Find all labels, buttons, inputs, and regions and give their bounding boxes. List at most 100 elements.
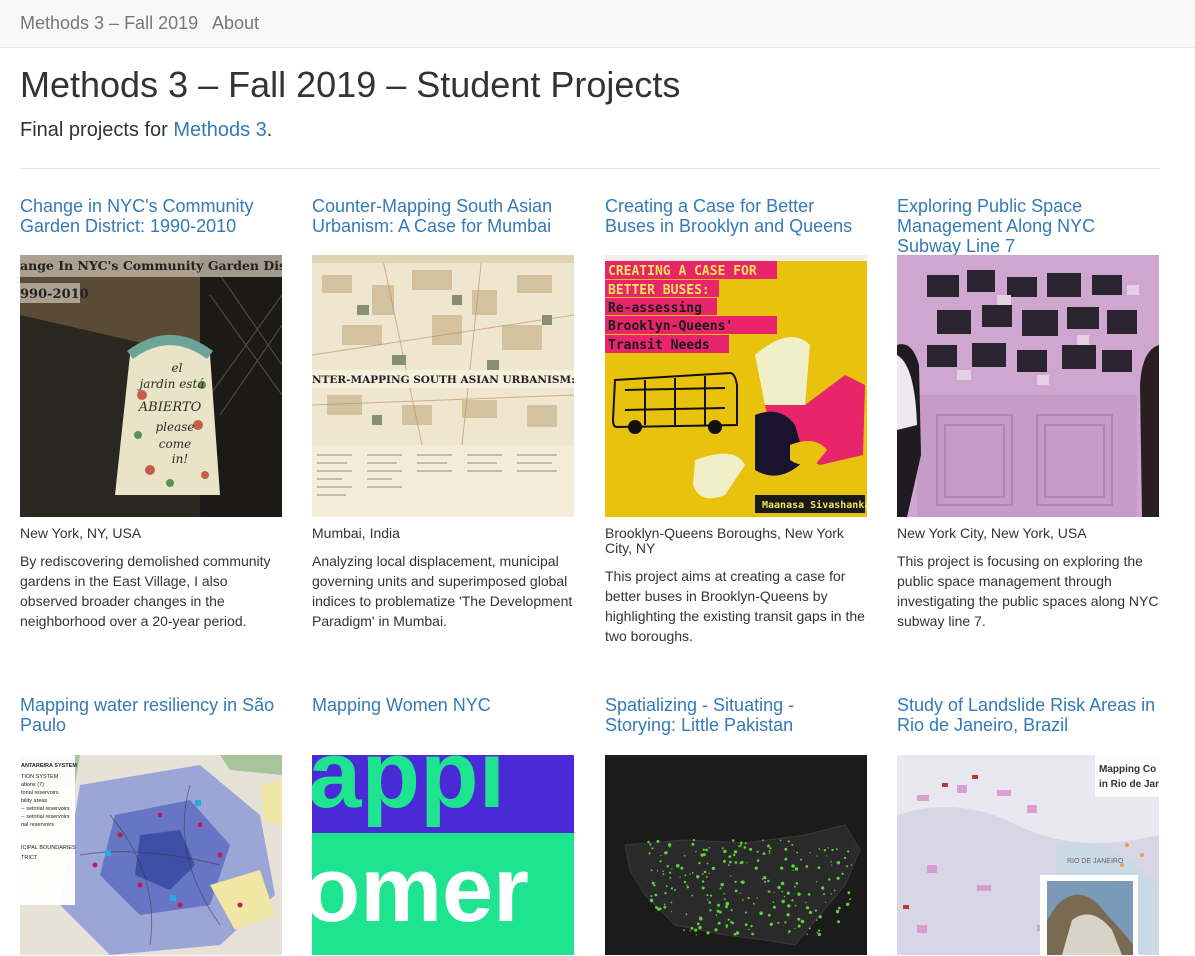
nav-brand-link[interactable]: Methods 3 – Fall 2019 (20, 13, 198, 34)
map-dot (695, 851, 697, 853)
map-dot (686, 886, 689, 889)
sign-text: jardin está (137, 377, 205, 391)
map-dot (701, 873, 704, 875)
map-dot (850, 864, 852, 866)
map-dot (837, 906, 841, 910)
map-dot (749, 847, 753, 851)
project-card: Creating a Case for Better Buses in Broo… (605, 196, 867, 646)
map-dot (745, 911, 747, 914)
map-dot (831, 864, 833, 866)
project-title-link[interactable]: Spatializing - Situating - Storying: Lit… (605, 695, 867, 755)
map-dot (656, 839, 660, 843)
project-thumbnail[interactable]: CREATING A CASE FOR BETTER BUSES: Re-ass… (605, 255, 867, 517)
project-title-link[interactable]: Mapping water resiliency in São Paulo (20, 695, 282, 755)
map-dot (734, 889, 738, 893)
map-dot (715, 914, 718, 916)
map-dot (717, 903, 721, 907)
navbar: Methods 3 – Fall 2019 About (0, 0, 1195, 48)
thumb-word: appi (312, 755, 505, 828)
map-dot (808, 910, 812, 915)
map-dot (694, 928, 698, 932)
thumb-headline: Re-assessing (608, 301, 702, 316)
project-thumbnail[interactable]: appi omer (312, 755, 574, 955)
map-dot (805, 906, 810, 910)
project-thumbnail[interactable]: ANTAREIRA SYSTEM TION SYSTEM ations (7) … (20, 755, 282, 955)
map-dot (747, 896, 750, 900)
map-dot (659, 860, 662, 863)
project-title-link[interactable]: Creating a Case for Better Buses in Broo… (605, 196, 867, 256)
project-thumbnail[interactable] (605, 755, 867, 955)
project-thumbnail[interactable]: ange In NYC's Community Garden District … (20, 255, 282, 517)
map-dot (743, 846, 747, 849)
project-thumbnail[interactable]: NTER-MAPPING SOUTH ASIAN URBANISM: A CAS… (312, 255, 574, 517)
map-dot (708, 847, 711, 849)
project-description: This project is focusing on exploring th… (897, 553, 1159, 629)
thumb-headline: Transit Needs (608, 338, 710, 353)
map-dot (691, 894, 693, 897)
map-dot (711, 866, 716, 871)
project-thumbnail[interactable]: Mapping Co in Rio de Jan RIO DE JANEIRO (897, 755, 1159, 955)
map-dot (787, 840, 790, 843)
project-title-link[interactable]: Mapping Women NYC (312, 695, 574, 755)
thumb-map-title: Mapping Co (1099, 764, 1156, 775)
nav-about-link[interactable]: About (212, 13, 259, 34)
project-title-link[interactable]: Change in NYC's Community Garden Distric… (20, 196, 282, 256)
map-dot (846, 865, 849, 868)
map-dot (823, 893, 825, 896)
map-dot (683, 855, 686, 857)
map-dot (769, 847, 772, 850)
legend-text: TION SYSTEM (21, 774, 59, 780)
thumb-headline: BETTER BUSES: (608, 283, 710, 298)
map-dot (716, 909, 720, 913)
map-dot (738, 845, 740, 847)
map-dot (665, 885, 668, 887)
map-dot (824, 901, 827, 903)
map-dot (751, 932, 754, 936)
map-dot (664, 892, 667, 895)
methods-3-link[interactable]: Methods 3 (173, 119, 266, 141)
map-dot (794, 927, 796, 930)
map-dot (849, 898, 851, 900)
map-dot (837, 920, 840, 924)
map-dot (725, 901, 730, 906)
map-dot (809, 852, 811, 854)
map-dot (821, 886, 825, 890)
map-dot (777, 922, 779, 924)
map-dot (732, 853, 736, 857)
map-dot (767, 879, 770, 883)
map-dot (761, 878, 764, 880)
map-dot (756, 850, 759, 853)
map-dot (669, 845, 671, 848)
subtitle-prefix: Final projects for (20, 119, 174, 141)
map-dot (814, 909, 818, 912)
map-dot (818, 929, 821, 932)
map-dot (794, 904, 797, 907)
map-dot (846, 902, 850, 906)
map-dot (669, 871, 672, 874)
project-title-link[interactable]: Counter-Mapping South Asian Urbanism: A … (312, 196, 574, 256)
map-dot (780, 881, 785, 886)
map-dot (752, 902, 755, 905)
sign-text: in! (172, 452, 189, 466)
map-dot (806, 933, 808, 935)
project-card: Spatializing - Situating - Storying: Lit… (605, 695, 867, 955)
project-location: New York, NY, USA (20, 525, 142, 541)
map-dot (847, 850, 850, 853)
map-dot (797, 892, 801, 896)
map-dot (835, 848, 838, 851)
map-dot (739, 892, 741, 894)
map-dot (709, 894, 713, 897)
map-dot (830, 861, 832, 863)
map-dot (805, 901, 807, 904)
map-dot (805, 865, 809, 868)
map-dot (662, 870, 664, 872)
map-dot (831, 848, 834, 852)
map-dot (769, 922, 773, 926)
map-dot (816, 931, 819, 934)
project-thumbnail[interactable] (897, 255, 1159, 517)
legend-text: ations (7) (21, 782, 44, 788)
project-title-link[interactable]: Study of Landslide Risk Areas in Rio de … (897, 695, 1159, 755)
page-title: Methods 3 – Fall 2019 – Student Projects (20, 64, 681, 105)
map-dot (651, 881, 655, 885)
project-title-link[interactable]: Exploring Public Space Management Along … (897, 196, 1159, 256)
